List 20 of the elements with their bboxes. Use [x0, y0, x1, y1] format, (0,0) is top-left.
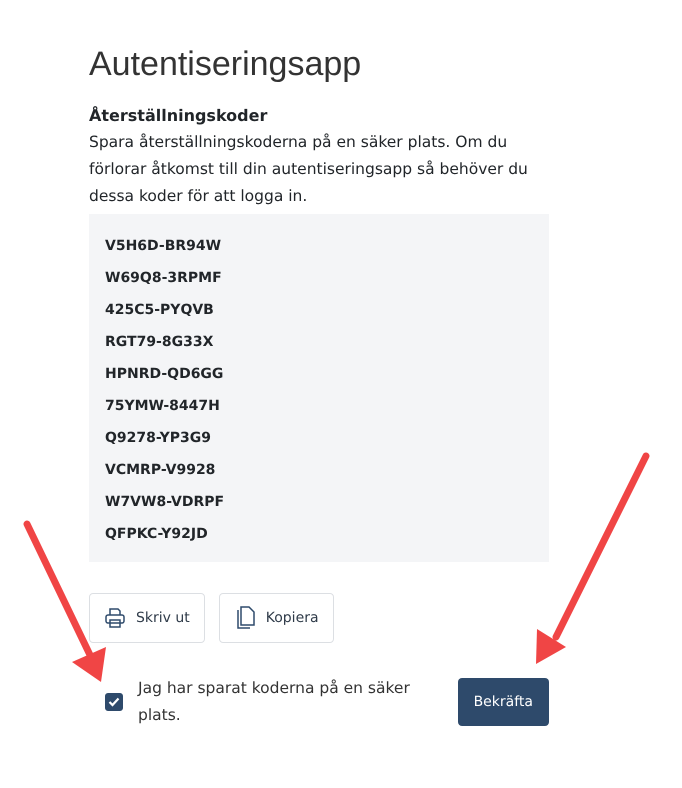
recovery-code: HPNRD-QD6GG — [105, 365, 224, 384]
recovery-code: W7VW8-VDRPF — [105, 493, 226, 512]
checkbox-label: Jag har sparat koderna på en säker plats. — [138, 678, 411, 726]
checkbox[interactable] — [105, 693, 123, 711]
recovery-code: QFPKC-Y92JD — [105, 525, 209, 544]
copy-button[interactable]: Kopiera — [218, 593, 334, 643]
recovery-code: Q9278-YP3G9 — [105, 429, 212, 448]
print-button[interactable]: Skriv ut — [89, 593, 205, 643]
recovery-code: W69Q8-3RPMF — [105, 269, 223, 288]
section-heading: Återställningskoder — [89, 105, 268, 127]
check-icon — [108, 697, 120, 707]
recovery-code: VCMRP-V9928 — [105, 461, 216, 480]
recovery-code: 425C5-PYQVB — [105, 301, 215, 320]
confirm-button[interactable]: Bekräfta — [458, 678, 549, 726]
printer-icon — [104, 607, 126, 629]
recovery-code: V5H6D-BR94W — [105, 237, 222, 256]
page-title: Autentiseringsapp — [89, 45, 362, 84]
recovery-code: 75YMW-8447H — [105, 397, 221, 416]
description-text: Spara återställningskoderna på en säker plats. Om du förlorar åtkomst till din autentiseringsapp så behöver du dessa koder för att logga in. — [89, 132, 529, 207]
recovery-code: RGT79-8G33X — [105, 333, 214, 352]
